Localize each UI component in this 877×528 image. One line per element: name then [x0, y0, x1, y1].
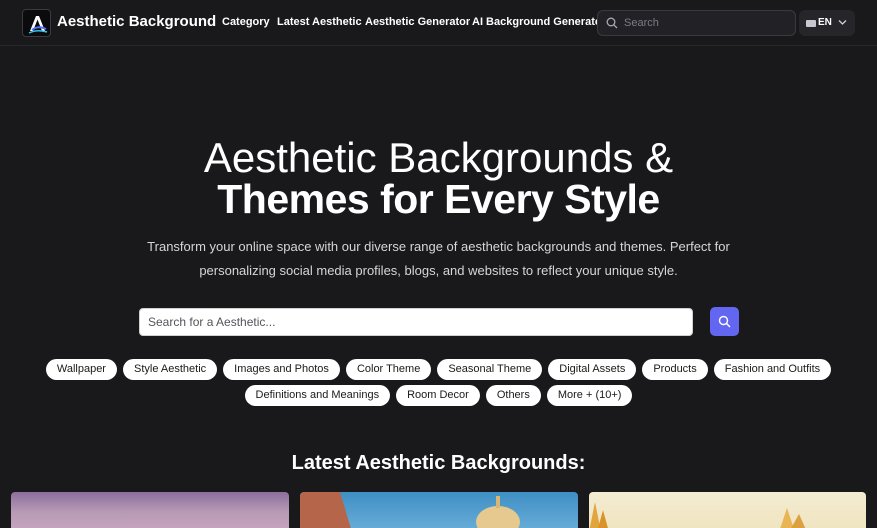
main-search-input[interactable]: [148, 309, 688, 335]
tag-images-and-photos[interactable]: Images and Photos: [223, 359, 340, 380]
tag-digital-assets[interactable]: Digital Assets: [548, 359, 637, 380]
search-icon: [606, 17, 618, 29]
chevron-down-icon: [838, 20, 847, 25]
category-tags-row-1: Wallpaper Style Aesthetic Images and Pho…: [0, 359, 877, 380]
latest-section-title: Latest Aesthetic Backgrounds:: [291, 452, 586, 474]
tag-definitions-and-meanings[interactable]: Definitions and Meanings: [244, 385, 391, 406]
header-search[interactable]: [597, 10, 796, 36]
language-code: EN: [818, 17, 832, 28]
tag-room-decor[interactable]: Room Decor: [396, 385, 480, 406]
site-header: Aesthetic Background Category Latest Aes…: [0, 0, 877, 46]
tag-color-theme[interactable]: Color Theme: [345, 359, 432, 380]
nav-ai-background-generator[interactable]: AI Background Generator: [472, 16, 606, 28]
nav-category[interactable]: Category: [222, 16, 270, 28]
tag-more[interactable]: More + (10+): [546, 385, 633, 406]
nav-latest-aesthetic[interactable]: Latest Aesthetic: [277, 16, 362, 28]
latest-card-image[interactable]: [300, 492, 578, 528]
header-search-input[interactable]: [624, 11, 792, 35]
nav-aesthetic-generator[interactable]: Aesthetic Generator: [365, 16, 470, 28]
latest-card-image[interactable]: [589, 492, 866, 528]
tag-fashion-and-outfits[interactable]: Fashion and Outfits: [713, 359, 832, 380]
language-selector[interactable]: EN: [799, 10, 855, 36]
brand-name[interactable]: Aesthetic Background: [57, 13, 216, 30]
tag-others[interactable]: Others: [485, 385, 541, 406]
tag-style-aesthetic[interactable]: Style Aesthetic: [122, 359, 218, 380]
dome-image: [300, 492, 520, 528]
search-icon: [718, 315, 731, 328]
category-tags-row-2: Definitions and Meanings Room Decor Othe…: [0, 385, 877, 406]
tag-products[interactable]: Products: [642, 359, 708, 380]
hero-title-line1: Aesthetic Backgrounds &: [203, 134, 674, 181]
tag-wallpaper[interactable]: Wallpaper: [45, 359, 117, 380]
logo-a-icon: [28, 16, 48, 34]
hero-title-line2: Themes for Every Style: [217, 176, 660, 222]
main-search-box[interactable]: [139, 308, 693, 336]
search-button[interactable]: [710, 307, 739, 336]
tag-seasonal-theme[interactable]: Seasonal Theme: [437, 359, 543, 380]
hero-subtitle: Transform your online space with our div…: [147, 239, 730, 278]
plant-image: [589, 502, 806, 528]
flag-icon: [806, 20, 816, 27]
site-logo[interactable]: [22, 9, 51, 37]
latest-card-image[interactable]: [11, 492, 289, 528]
